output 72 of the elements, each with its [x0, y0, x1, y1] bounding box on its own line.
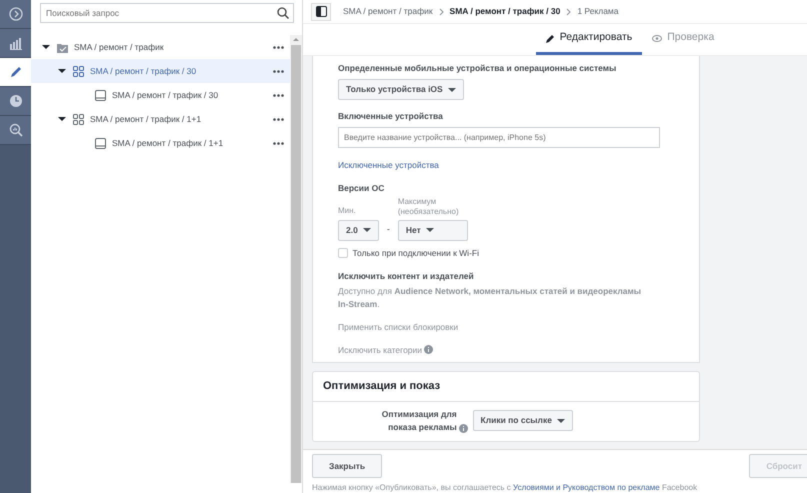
- field-label: Оптимизация для показа рекламы: [380, 408, 457, 434]
- grid-icon: [73, 66, 84, 76]
- min-version-dropdown[interactable]: 2.0: [338, 220, 379, 240]
- field-label: Версии ОС: [338, 182, 386, 194]
- checkbox[interactable]: [338, 248, 348, 258]
- ad-icon: [95, 138, 106, 148]
- sidebar-tab[interactable]: [0, 116, 31, 145]
- breadcrumb-link[interactable]: SMA / ремонт / трафик / 30: [450, 5, 560, 18]
- tree-item[interactable]: SMA / ремонт / трафик: [31, 35, 290, 59]
- tree-item[interactable]: SMA / ремонт / трафик / 1+1: [31, 131, 290, 155]
- caret-icon: [42, 45, 50, 49]
- chevron-icon: [566, 8, 572, 16]
- grid-icon: [73, 114, 84, 124]
- description: Доступно для Audience Network, моментальных статей и видеорекламы In-Stream.: [338, 285, 642, 311]
- field-label: Включенные устройства: [338, 110, 444, 123]
- excluded-devices-link[interactable]: Исключенные устройства: [338, 160, 439, 170]
- item-label: SMA / ремонт / трафик / 30: [112, 88, 218, 102]
- chevron-icon: [438, 8, 444, 16]
- eye-icon: [652, 34, 662, 42]
- max-label: Максимум (необязательно): [398, 196, 460, 217]
- max-version-dropdown[interactable]: Нет: [398, 220, 468, 240]
- tree-item[interactable]: SMA / ремонт / трафик / 30: [31, 83, 290, 107]
- separator: -: [386, 223, 390, 236]
- more-icon: [273, 118, 284, 120]
- sidebar-tab[interactable]: [0, 58, 31, 87]
- edit-icon: [8, 65, 22, 79]
- caret-icon: [58, 117, 66, 121]
- tree-item[interactable]: SMA / ремонт / трафик / 30: [31, 59, 290, 83]
- optimization-dropdown[interactable]: Клики по ссылке: [472, 410, 573, 431]
- caret-icon: [362, 228, 371, 232]
- item-label: SMA / ремонт / трафик / 1+1: [112, 136, 224, 150]
- field-label: Определенные мобильные устройства и операционные системы: [338, 62, 618, 75]
- section-title: Оптимизация и показ: [313, 372, 699, 402]
- caret-icon: [426, 228, 434, 232]
- info-icon: [424, 345, 434, 354]
- clock-icon: [8, 94, 22, 108]
- close-button[interactable]: Закрыть: [312, 454, 382, 478]
- min-label: Мин.: [338, 204, 357, 217]
- sidebar-tab[interactable]: [0, 29, 31, 58]
- section-title: Исключить контент и издателей: [338, 270, 475, 283]
- caret-icon: [556, 418, 565, 422]
- checkbox-label: Только при подключении к Wi-Fi: [352, 246, 479, 260]
- arrow-circle-icon: [8, 7, 22, 21]
- sidebar-tab[interactable]: [0, 0, 31, 29]
- wifi-checkbox[interactable]: Только при подключении к Wi-Fi: [338, 246, 674, 260]
- device-input-field[interactable]: Введите название устройства... (например, iPhone 5s): [338, 127, 660, 148]
- devices-dropdown[interactable]: Только устройства iOS: [338, 79, 464, 100]
- item-label: SMA / ремонт / трафик: [74, 40, 164, 54]
- panel-toggle-button[interactable]: [311, 2, 331, 20]
- item-label: SMA / ремонт / трафик / 1+1: [90, 112, 202, 126]
- more-icon: [273, 70, 284, 72]
- caret-icon: [448, 88, 456, 92]
- more-icon: [273, 142, 284, 144]
- item-label: SMA / ремонт / трафик / 30: [90, 64, 196, 78]
- folder-check-icon: [57, 42, 68, 52]
- agreement-text: Нажимая кнопку «Опубликовать», вы соглашаетесь с Условиями и Руководством по рекламе Facebook: [312, 482, 698, 493]
- scrollbar[interactable]: [290, 35, 302, 483]
- panel-icon: [316, 6, 326, 17]
- pencil-icon: [546, 34, 555, 42]
- search-icon: [277, 7, 289, 19]
- caret-icon: [58, 69, 66, 73]
- ad-icon: [95, 90, 106, 100]
- info-icon: [459, 424, 468, 434]
- bar-chart-icon: [8, 36, 22, 50]
- magnifier-chart-icon: [8, 123, 22, 137]
- breadcrumb-link[interactable]: 1 Реклама: [577, 5, 618, 18]
- tree-item[interactable]: SMA / ремонт / трафик / 1+1: [31, 107, 290, 131]
- sidebar-tab[interactable]: [0, 87, 31, 116]
- breadcrumb-link[interactable]: SMA / ремонт / трафик: [343, 5, 433, 18]
- more-icon: [273, 94, 284, 96]
- search-field[interactable]: Поисковый запрос: [40, 3, 294, 23]
- more-icon: [273, 46, 284, 48]
